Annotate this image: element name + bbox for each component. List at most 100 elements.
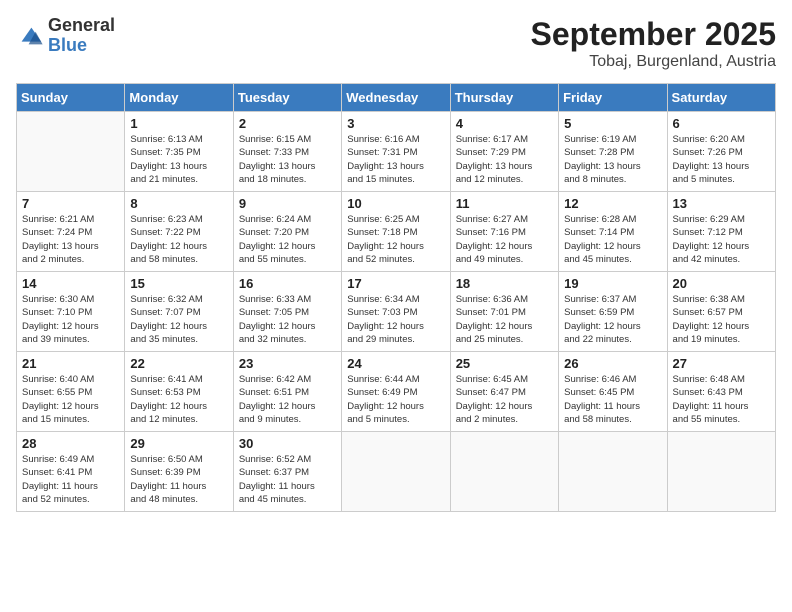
logo: General Blue — [16, 16, 115, 56]
day-info: Sunrise: 6:20 AM Sunset: 7:26 PM Dayligh… — [673, 133, 770, 186]
header-sunday: Sunday — [17, 84, 125, 112]
calendar-cell: 6Sunrise: 6:20 AM Sunset: 7:26 PM Daylig… — [667, 112, 775, 192]
week-row-5: 28 Sunrise: 6:49 AM Sunset: 6:41 PM Dayli… — [17, 432, 776, 512]
calendar-cell: 21 Sunrise: 6:40 AM Sunset: 6:55 PM Dayli… — [17, 352, 125, 432]
calendar-cell: 2Sunrise: 6:15 AM Sunset: 7:33 PM Daylig… — [233, 112, 341, 192]
day-info: Sunrise: 6:38 AM Sunset: 6:57 PM Dayligh… — [673, 293, 770, 346]
day-info: Sunrise: 6:34 AM Sunset: 7:03 PM Dayligh… — [347, 293, 444, 346]
title-area: September 2025 Tobaj, Burgenland, Austri… — [531, 16, 776, 71]
day-number: 16 — [239, 276, 336, 291]
calendar-cell: 18 Sunrise: 6:36 AM Sunset: 7:01 PM Dayli… — [450, 272, 558, 352]
day-info: Sunrise: 6:44 AM Sunset: 6:49 PM Dayligh… — [347, 373, 444, 426]
day-info: Sunrise: 6:49 AM Sunset: 6:41 PM Dayligh… — [22, 453, 119, 506]
header-friday: Friday — [559, 84, 667, 112]
logo-blue-text: Blue — [48, 35, 87, 55]
calendar-table: SundayMondayTuesdayWednesdayThursdayFrid… — [16, 83, 776, 512]
day-number: 4 — [456, 116, 553, 131]
calendar-cell: 24 Sunrise: 6:44 AM Sunset: 6:49 PM Dayli… — [342, 352, 450, 432]
header-thursday: Thursday — [450, 84, 558, 112]
day-number: 25 — [456, 356, 553, 371]
day-number: 15 — [130, 276, 227, 291]
day-number: 27 — [673, 356, 770, 371]
logo-icon — [16, 22, 44, 50]
day-number: 2 — [239, 116, 336, 131]
calendar-cell — [342, 432, 450, 512]
calendar-header-row: SundayMondayTuesdayWednesdayThursdayFrid… — [17, 84, 776, 112]
calendar-cell — [17, 112, 125, 192]
day-number: 10 — [347, 196, 444, 211]
calendar-cell: 9 Sunrise: 6:24 AM Sunset: 7:20 PM Daylig… — [233, 192, 341, 272]
day-info: Sunrise: 6:16 AM Sunset: 7:31 PM Dayligh… — [347, 133, 444, 186]
day-info: Sunrise: 6:32 AM Sunset: 7:07 PM Dayligh… — [130, 293, 227, 346]
day-info: Sunrise: 6:13 AM Sunset: 7:35 PM Dayligh… — [130, 133, 227, 186]
day-number: 30 — [239, 436, 336, 451]
month-title: September 2025 — [531, 16, 776, 53]
calendar-cell: 14 Sunrise: 6:30 AM Sunset: 7:10 PM Dayli… — [17, 272, 125, 352]
day-info: Sunrise: 6:23 AM Sunset: 7:22 PM Dayligh… — [130, 213, 227, 266]
day-number: 29 — [130, 436, 227, 451]
day-info: Sunrise: 6:50 AM Sunset: 6:39 PM Dayligh… — [130, 453, 227, 506]
day-info: Sunrise: 6:24 AM Sunset: 7:20 PM Dayligh… — [239, 213, 336, 266]
logo-general-text: General — [48, 15, 115, 35]
calendar-cell: 5Sunrise: 6:19 AM Sunset: 7:28 PM Daylig… — [559, 112, 667, 192]
page-header: General Blue September 2025 Tobaj, Burge… — [16, 16, 776, 71]
calendar-cell: 25Sunrise: 6:45 AM Sunset: 6:47 PM Dayli… — [450, 352, 558, 432]
day-number: 20 — [673, 276, 770, 291]
calendar-cell: 27 Sunrise: 6:48 AM Sunset: 6:43 PM Dayli… — [667, 352, 775, 432]
day-number: 22 — [130, 356, 227, 371]
calendar-cell: 13 Sunrise: 6:29 AM Sunset: 7:12 PM Dayli… — [667, 192, 775, 272]
day-info: Sunrise: 6:21 AM Sunset: 7:24 PM Dayligh… — [22, 213, 119, 266]
day-info: Sunrise: 6:19 AM Sunset: 7:28 PM Dayligh… — [564, 133, 661, 186]
day-number: 1 — [130, 116, 227, 131]
calendar-cell: 17 Sunrise: 6:34 AM Sunset: 7:03 PM Dayli… — [342, 272, 450, 352]
day-number: 12 — [564, 196, 661, 211]
day-number: 11 — [456, 196, 553, 211]
day-info: Sunrise: 6:37 AM Sunset: 6:59 PM Dayligh… — [564, 293, 661, 346]
day-info: Sunrise: 6:36 AM Sunset: 7:01 PM Dayligh… — [456, 293, 553, 346]
day-info: Sunrise: 6:48 AM Sunset: 6:43 PM Dayligh… — [673, 373, 770, 426]
calendar-cell: 3Sunrise: 6:16 AM Sunset: 7:31 PM Daylig… — [342, 112, 450, 192]
day-info: Sunrise: 6:25 AM Sunset: 7:18 PM Dayligh… — [347, 213, 444, 266]
calendar-cell: 15 Sunrise: 6:32 AM Sunset: 7:07 PM Dayli… — [125, 272, 233, 352]
week-row-1: 1 Sunrise: 6:13 AM Sunset: 7:35 PM Daylig… — [17, 112, 776, 192]
day-info: Sunrise: 6:28 AM Sunset: 7:14 PM Dayligh… — [564, 213, 661, 266]
day-info: Sunrise: 6:30 AM Sunset: 7:10 PM Dayligh… — [22, 293, 119, 346]
day-info: Sunrise: 6:27 AM Sunset: 7:16 PM Dayligh… — [456, 213, 553, 266]
day-info: Sunrise: 6:42 AM Sunset: 6:51 PM Dayligh… — [239, 373, 336, 426]
day-number: 7 — [22, 196, 119, 211]
calendar-cell: 4 Sunrise: 6:17 AM Sunset: 7:29 PM Daylig… — [450, 112, 558, 192]
day-number: 21 — [22, 356, 119, 371]
day-info: Sunrise: 6:52 AM Sunset: 6:37 PM Dayligh… — [239, 453, 336, 506]
header-monday: Monday — [125, 84, 233, 112]
calendar-cell: 29 Sunrise: 6:50 AM Sunset: 6:39 PM Dayli… — [125, 432, 233, 512]
day-info: Sunrise: 6:17 AM Sunset: 7:29 PM Dayligh… — [456, 133, 553, 186]
day-number: 24 — [347, 356, 444, 371]
calendar-cell: 8Sunrise: 6:23 AM Sunset: 7:22 PM Daylig… — [125, 192, 233, 272]
day-number: 19 — [564, 276, 661, 291]
calendar-cell: 10 Sunrise: 6:25 AM Sunset: 7:18 PM Dayli… — [342, 192, 450, 272]
day-info: Sunrise: 6:40 AM Sunset: 6:55 PM Dayligh… — [22, 373, 119, 426]
day-number: 17 — [347, 276, 444, 291]
calendar-cell: 23 Sunrise: 6:42 AM Sunset: 6:51 PM Dayli… — [233, 352, 341, 432]
day-number: 28 — [22, 436, 119, 451]
calendar-cell — [667, 432, 775, 512]
calendar-cell: 12 Sunrise: 6:28 AM Sunset: 7:14 PM Dayli… — [559, 192, 667, 272]
day-number: 9 — [239, 196, 336, 211]
calendar-cell: 28 Sunrise: 6:49 AM Sunset: 6:41 PM Dayli… — [17, 432, 125, 512]
day-number: 26 — [564, 356, 661, 371]
header-tuesday: Tuesday — [233, 84, 341, 112]
calendar-cell: 16Sunrise: 6:33 AM Sunset: 7:05 PM Dayli… — [233, 272, 341, 352]
day-number: 13 — [673, 196, 770, 211]
day-info: Sunrise: 6:29 AM Sunset: 7:12 PM Dayligh… — [673, 213, 770, 266]
week-row-4: 21 Sunrise: 6:40 AM Sunset: 6:55 PM Dayli… — [17, 352, 776, 432]
calendar-cell — [450, 432, 558, 512]
day-number: 18 — [456, 276, 553, 291]
location-title: Tobaj, Burgenland, Austria — [531, 53, 776, 71]
week-row-2: 7 Sunrise: 6:21 AM Sunset: 7:24 PM Daylig… — [17, 192, 776, 272]
day-number: 14 — [22, 276, 119, 291]
calendar-cell: 19 Sunrise: 6:37 AM Sunset: 6:59 PM Dayli… — [559, 272, 667, 352]
calendar-cell — [559, 432, 667, 512]
header-saturday: Saturday — [667, 84, 775, 112]
day-number: 23 — [239, 356, 336, 371]
calendar-cell: 22Sunrise: 6:41 AM Sunset: 6:53 PM Dayli… — [125, 352, 233, 432]
